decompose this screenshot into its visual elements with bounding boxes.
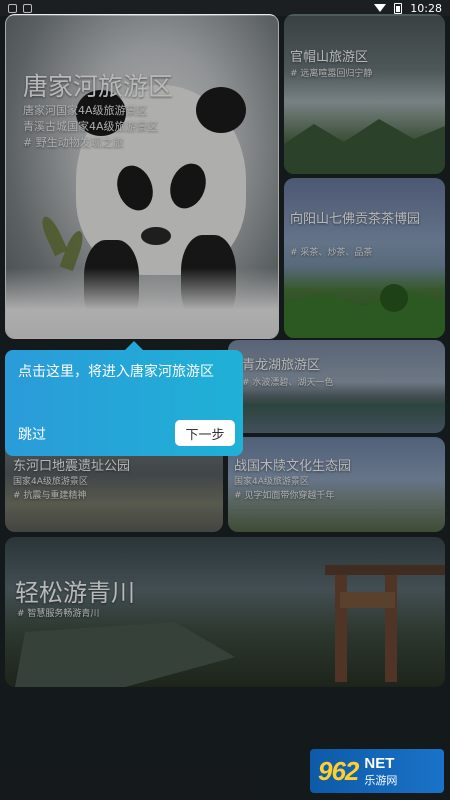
card-line: 国家4A级旅游景区	[234, 477, 309, 487]
card-line: # 野生动物发现之旅	[23, 136, 124, 149]
wifi-icon	[374, 4, 387, 12]
watermark-net: NET	[364, 754, 395, 772]
card-line: # 水波漂碧、湖天一色	[242, 378, 334, 388]
card-title: 战国木牍文化生态园	[234, 458, 352, 473]
status-notifications	[8, 3, 32, 13]
card-subtitle: 唐家河国家4A级旅游景区 青溪古城国家4A级旅游景区 # 野生动物发现之旅	[23, 103, 159, 151]
watermark-number: 962	[318, 755, 359, 786]
card-line: 国家4A级旅游景区	[13, 477, 88, 487]
card-line: # 见字如面带你穿越千年	[234, 491, 335, 501]
mountain-image	[284, 119, 445, 174]
card-line: 青溪古城国家4A级旅游景区	[23, 120, 159, 133]
card-subtitle: 国家4A级旅游景区 # 抗震与重建精神	[13, 475, 88, 503]
card-line: # 智慧服务畅游青川	[17, 609, 100, 619]
next-step-button[interactable]: 下一步	[175, 420, 235, 446]
tooltip-text: 点击这里，将进入唐家河旅游区	[18, 363, 214, 379]
card-qingchuan[interactable]: 轻松游青川 # 智慧服务畅游青川	[5, 537, 445, 687]
guide-tooltip: 点击这里，将进入唐家河旅游区 跳过 下一步	[5, 350, 243, 456]
notification-icon	[23, 3, 32, 13]
card-title: 轻松游青川	[15, 580, 135, 607]
card-xiangyangshan[interactable]: 向阳山七佛贡茶茶博园 # 采茶、炒茶、品茶	[284, 178, 445, 338]
card-title: 官帽山旅游区	[290, 49, 369, 64]
battery-icon	[394, 2, 403, 14]
card-title: 向阳山七佛贡茶茶博园	[290, 211, 421, 226]
panda-ear	[196, 87, 246, 133]
card-title: 青龙湖旅游区	[242, 357, 321, 372]
card-tangjiahe[interactable]: 唐家河旅游区 唐家河国家4A级旅游景区 青溪古城国家4A级旅游景区 # 野生动物…	[5, 14, 279, 339]
card-line: # 抗震与重建精神	[13, 491, 87, 501]
card-line: # 远离喧嚣回归宁静	[290, 69, 373, 79]
card-line: # 采茶、炒茶、品茶	[290, 248, 373, 258]
skip-button[interactable]: 跳过	[18, 424, 46, 444]
snow-ground	[6, 268, 278, 338]
card-title: 唐家河旅游区	[23, 73, 174, 101]
tea-garden-image	[284, 284, 445, 338]
notification-icon	[8, 3, 17, 13]
card-qinglonghu[interactable]: 青龙湖旅游区 # 水波漂碧、湖天一色	[228, 340, 445, 433]
status-time: 10:28	[410, 1, 442, 15]
watermark-logo: 962 NET 乐游网	[310, 749, 444, 793]
card-title: 东河口地震遗址公园	[13, 458, 131, 473]
plant-leaf	[38, 213, 68, 257]
card-zhanguo[interactable]: 战国木牍文化生态园 国家4A级旅游景区 # 见字如面带你穿越千年	[228, 437, 445, 532]
panda-nose	[141, 227, 171, 245]
card-subtitle: 国家4A级旅游景区 # 见字如面带你穿越千年	[234, 475, 334, 503]
card-guanmaoshan[interactable]: 官帽山旅游区 # 远离喧嚣回归宁静	[284, 14, 445, 174]
watermark-site: 乐游网	[364, 773, 398, 787]
card-line: 唐家河国家4A级旅游景区	[23, 104, 148, 117]
